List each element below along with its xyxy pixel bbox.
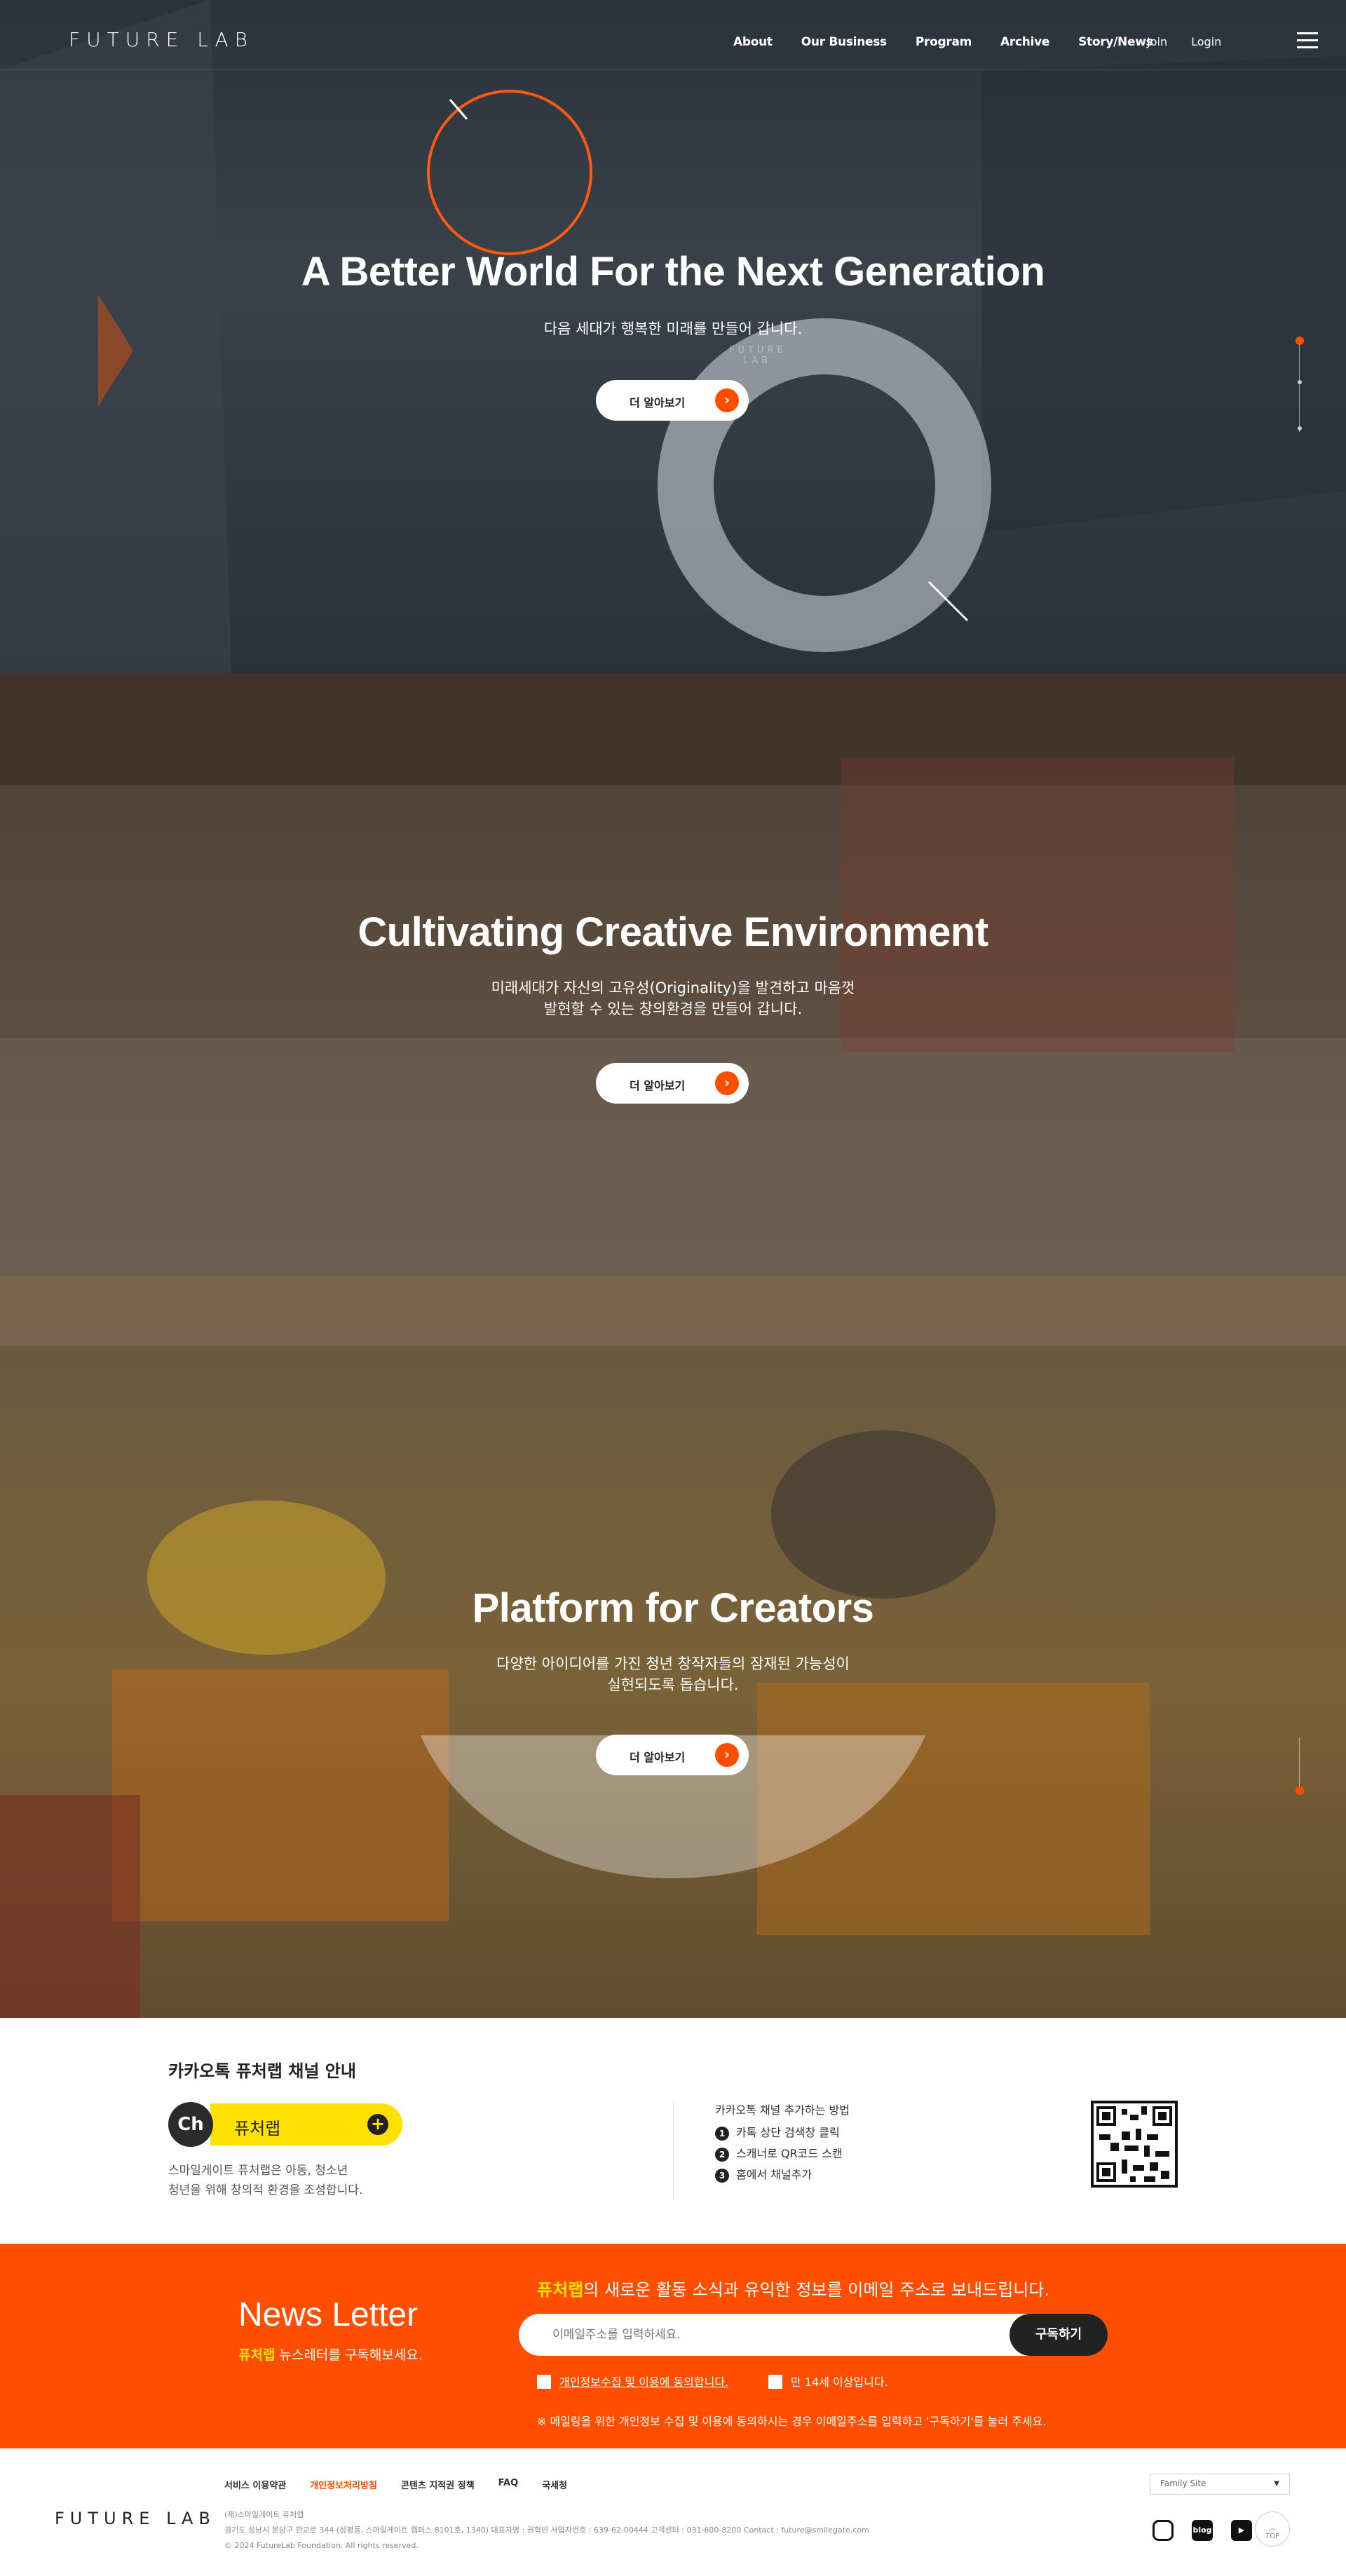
hero-section-2: Cultivating Creative Environment 미래세대가 자… xyxy=(0,673,1346,1346)
nav-item-program[interactable]: Program xyxy=(916,35,972,49)
main-nav: About Our Business Program Archive Story… xyxy=(733,35,1181,49)
chevron-down-icon: ▼ xyxy=(1274,2480,1279,2488)
footer-company-info: (재)스마일게이트 퓨처랩 경기도 성남시 분당구 판교로 344 (삼평동, … xyxy=(224,2510,869,2550)
section-subtitle: 다양한 아이디어를 가진 청년 창작자들의 잠재된 가능성이 실현되도록 돕습니… xyxy=(496,1655,850,1693)
button-label: 더 알아보기 xyxy=(630,1751,686,1764)
arrow-right-icon: › xyxy=(715,1743,739,1767)
kakao-channel-section: 카카오톡 퓨처랩 채널 안내 퓨처랩 + Ch 스마일게이트 퓨처랩은 아동, … xyxy=(0,2018,1346,2244)
footer-link-privacy[interactable]: 개인정보처리방침 xyxy=(310,2478,377,2491)
kakao-description: 스마일게이트 퓨처랩은 아동, 청소년 청년을 위해 창의적 환경을 조성합니다… xyxy=(168,2164,363,2197)
section-title: Platform for Creators xyxy=(472,1585,874,1631)
util-nav: Join Login xyxy=(1147,35,1245,48)
hero-subtitle: 다음 세대가 행복한 미래를 만들어 갑니다. xyxy=(543,320,803,337)
age-consent-checkbox[interactable]: 만 14세 이상입니다. xyxy=(768,2373,888,2389)
privacy-consent-checkbox[interactable]: 개인정보수집 및 이용에 동의합니다. xyxy=(537,2373,728,2389)
nav-item-archive[interactable]: Archive xyxy=(1000,35,1049,49)
footer-links: 서비스 이용약관 개인정보처리방침 콘텐츠 지적권 정책 FAQ 국세청 xyxy=(224,2478,591,2491)
hero-section-3: Platform for Creators 다양한 아이디어를 가진 청년 창작… xyxy=(0,1346,1346,2018)
checkbox-icon xyxy=(537,2375,551,2389)
nav-item-our-business[interactable]: Our Business xyxy=(801,35,887,49)
channel-name: 퓨처랩 xyxy=(234,2119,281,2138)
newsletter-note: ※ 메일링을 위한 개인정보 수집 및 이용에 동의하시는 경우 이메일주소를 … xyxy=(537,2415,1047,2428)
learn-more-button-3[interactable]: 더 알아보기 › xyxy=(596,1735,749,1775)
newsletter-subtitle: 퓨처랩 뉴스레터를 구독해보세요. xyxy=(238,2347,423,2363)
learn-more-button-1[interactable]: 더 알아보기 › xyxy=(596,380,749,421)
footer-link-tax[interactable]: 국세청 xyxy=(542,2478,567,2491)
divider xyxy=(673,2101,674,2199)
button-label: 더 알아보기 xyxy=(630,396,686,409)
site-footer: FUTURE LAB 서비스 이용약관 개인정보처리방침 콘텐츠 지적권 정책 … xyxy=(0,2448,1346,2576)
button-label: 더 알아보기 xyxy=(630,1079,686,1092)
footer-link-faq[interactable]: FAQ xyxy=(498,2478,519,2491)
slide-dot[interactable] xyxy=(1298,380,1302,384)
list-item: 1 카톡 상단 검색창 클릭 xyxy=(715,2123,843,2144)
youtube-icon[interactable]: ▶ xyxy=(1231,2520,1252,2541)
menu-icon[interactable] xyxy=(1297,32,1318,50)
how-to-title: 카카오톡 채널 추가하는 방법 xyxy=(715,2103,850,2117)
chevron-up-icon: ︿ xyxy=(1269,2525,1276,2533)
subscribe-button[interactable]: 구독하기 xyxy=(1010,2314,1108,2356)
how-to-steps: 1 카톡 상단 검색창 클릭 2 스캐너로 QR코드 스캔 3 홈에서 채널추가 xyxy=(715,2123,843,2186)
kakao-title: 카카오톡 퓨처랩 채널 안내 xyxy=(168,2061,356,2081)
join-link[interactable]: Join xyxy=(1147,35,1167,48)
slide-dot-active[interactable] xyxy=(1296,1787,1304,1795)
orange-ring-icon xyxy=(427,90,592,255)
list-item: 2 스캐너로 QR코드 스캔 xyxy=(715,2144,843,2165)
newsletter-headline: 퓨처랩의 새로운 활동 소식과 유익한 정보를 이메일 주소로 보내드립니다. xyxy=(537,2280,1050,2300)
site-header: FUTURE LAB About Our Business Program Ar… xyxy=(0,0,1346,70)
nav-item-about[interactable]: About xyxy=(733,35,773,49)
family-site-select[interactable]: Family Site ▼ xyxy=(1150,2474,1290,2495)
learn-more-button-2[interactable]: 더 알아보기 › xyxy=(596,1063,749,1104)
scroll-top-button[interactable]: ︿ TOP xyxy=(1255,2511,1290,2547)
arrow-right-icon: › xyxy=(715,388,739,412)
hero-title: A Better World For the Next Generation xyxy=(301,249,1045,294)
kakao-channel-icon: Ch xyxy=(168,2102,213,2147)
social-links: blog ▶ xyxy=(1153,2520,1270,2541)
footer-logo[interactable]: FUTURE LAB xyxy=(55,2509,216,2528)
instagram-icon[interactable] xyxy=(1153,2520,1174,2541)
plus-icon: + xyxy=(367,2114,388,2135)
blog-icon[interactable]: blog xyxy=(1192,2520,1213,2541)
footer-link-terms[interactable]: 서비스 이용약관 xyxy=(224,2478,286,2491)
kakao-channel-add-button[interactable]: 퓨처랩 + xyxy=(210,2103,402,2145)
slide-dot[interactable] xyxy=(1298,426,1302,431)
nav-item-story-news[interactable]: Story/News xyxy=(1078,35,1153,49)
scroll-indicator xyxy=(1296,1737,1304,1795)
footer-link-content-policy[interactable]: 콘텐츠 지적권 정책 xyxy=(401,2478,475,2491)
arrow-right-icon: › xyxy=(715,1071,739,1095)
newsletter-title: News Letter xyxy=(238,2296,419,2333)
watermark-text: FUTURE LAB xyxy=(729,345,787,366)
section-subtitle: 미래세대가 자신의 고유성(Originality)을 발견하고 마음껏 발현할… xyxy=(491,979,855,1017)
slide-indicator xyxy=(1296,337,1304,435)
login-link[interactable]: Login xyxy=(1191,35,1221,48)
newsletter-section: News Letter 퓨처랩 뉴스레터를 구독해보세요. 퓨처랩의 새로운 활… xyxy=(0,2244,1346,2448)
site-logo[interactable]: FUTURE LAB xyxy=(69,28,254,51)
qr-code-icon xyxy=(1091,2101,1178,2188)
hero-section-1: FUTURE LAB A Better World For the Next G… xyxy=(0,0,1346,673)
checkbox-icon xyxy=(768,2375,782,2389)
section-title: Cultivating Creative Environment xyxy=(358,909,988,955)
slide-dot-active[interactable] xyxy=(1296,337,1304,345)
list-item: 3 홈에서 채널추가 xyxy=(715,2165,843,2186)
